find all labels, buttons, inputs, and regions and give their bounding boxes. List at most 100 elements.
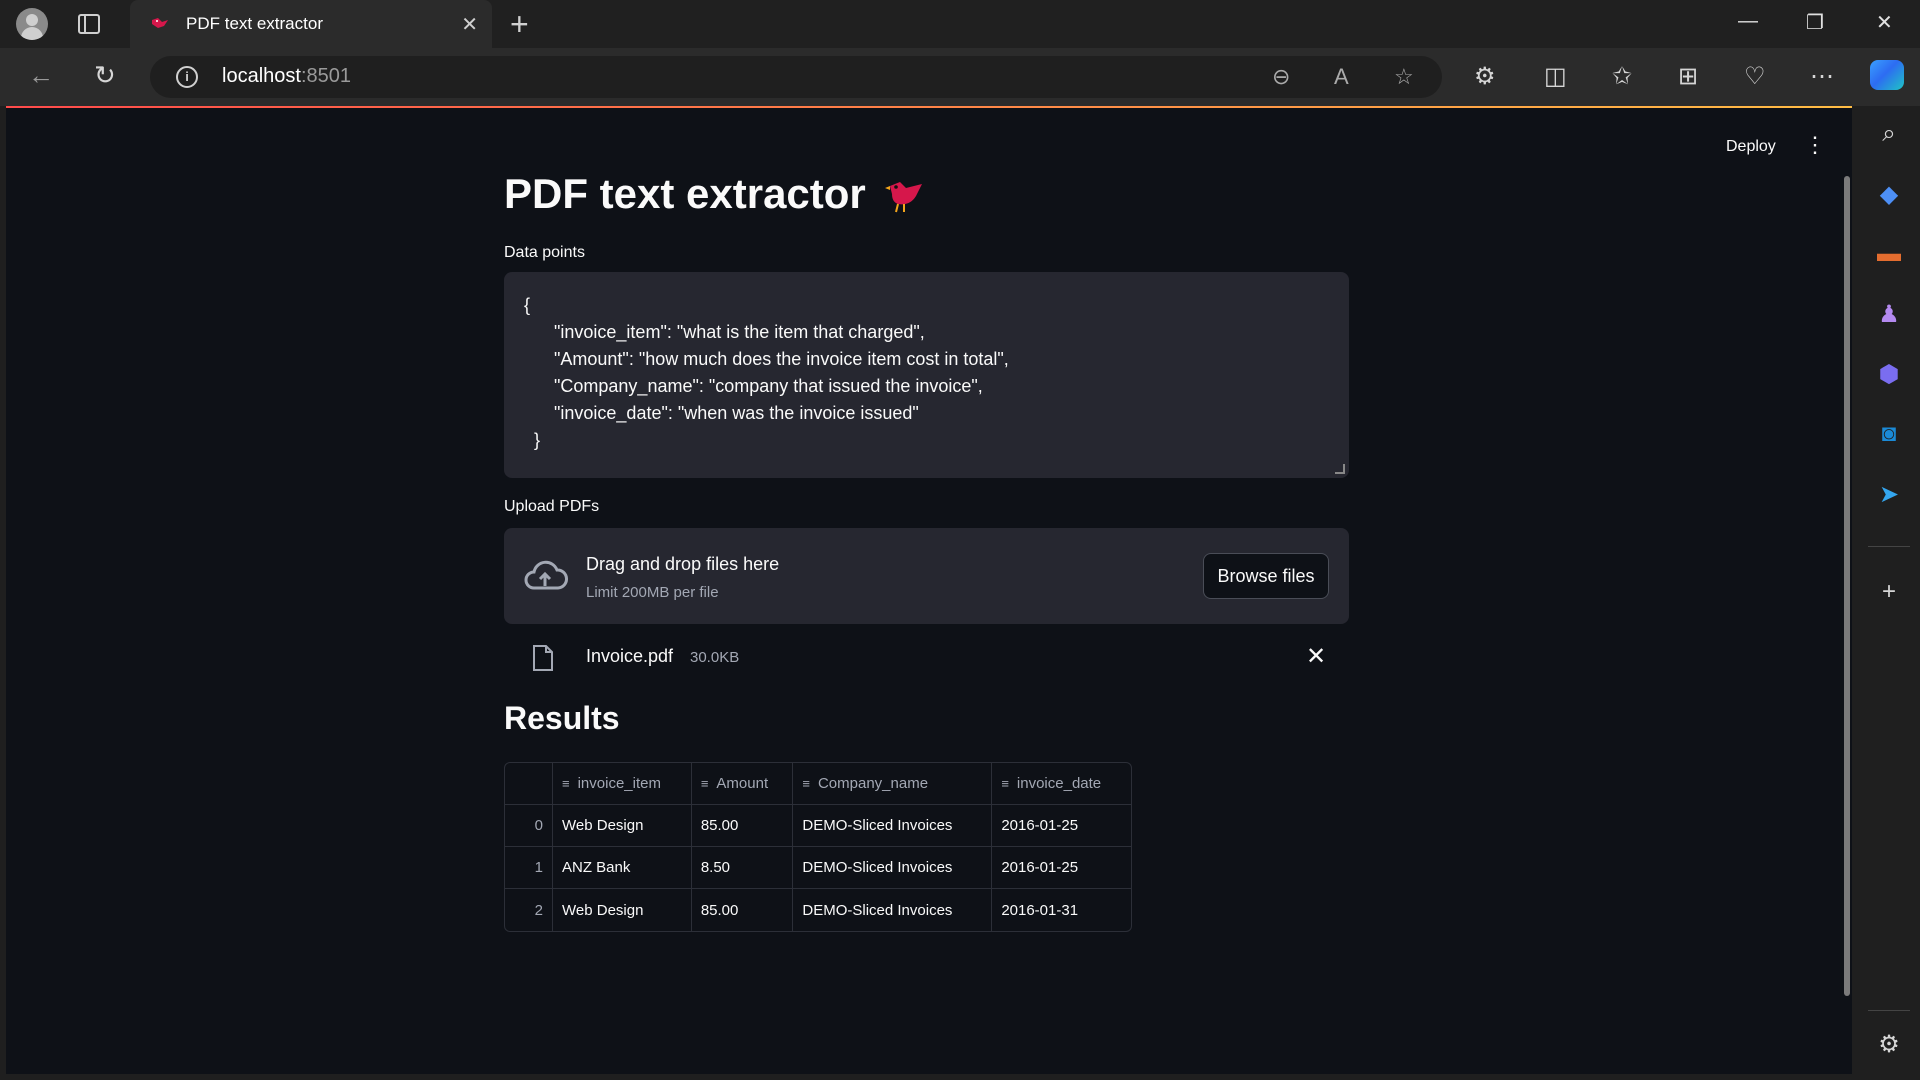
tab-title: PDF text extractor [186, 14, 323, 33]
browser-toolbar: ← ↻ i localhost:8501 ⊖ A ☆ ⚙ ◫ ✩ ⊞ ♡ ⋯ [0, 48, 1920, 106]
sidebar-divider [1868, 546, 1910, 547]
file-icon [533, 645, 553, 671]
reload-icon[interactable]: ↻ [94, 60, 116, 91]
table-cell[interactable]: Web Design [553, 889, 692, 931]
resize-handle[interactable] [1335, 464, 1345, 474]
tab-close-icon[interactable]: ✕ [461, 12, 478, 37]
column-header-label: Company_name [817, 775, 929, 792]
favorite-star-icon[interactable]: ☆ [1394, 64, 1414, 90]
text-column-icon: ≡ [802, 776, 810, 791]
streamlit-page: Deploy ⋮ PDF text extractor Data points … [6, 106, 1852, 1074]
new-tab-button[interactable]: + [510, 6, 529, 43]
column-header-invoice-item[interactable]: ≡ invoice_item [553, 763, 692, 805]
file-dropzone[interactable]: Drag and drop files here Limit 200MB per… [504, 528, 1349, 624]
site-info-icon[interactable]: i [176, 66, 198, 88]
table-cell[interactable]: Web Design [553, 805, 692, 847]
main-menu-icon[interactable]: ⋮ [1804, 134, 1826, 156]
sidebar-settings-icon[interactable]: ⚙ [1874, 1030, 1904, 1060]
dropzone-instructions: Drag and drop files here [586, 554, 780, 574]
remove-file-icon[interactable]: ✕ [1306, 642, 1326, 671]
text-column-icon: ≡ [1001, 776, 1009, 791]
collections-icon[interactable]: ⊞ [1678, 62, 1698, 91]
data-points-textarea[interactable]: { "invoice_item": "what is the item that… [504, 272, 1349, 478]
streamlit-favicon-icon [152, 18, 168, 28]
close-window-icon[interactable]: ✕ [1876, 10, 1893, 35]
page-scrollbar[interactable] [1844, 176, 1850, 996]
dropzone-limit: Limit 200MB per file [586, 584, 719, 601]
cloud-upload-icon [524, 560, 568, 590]
row-index: 1 [505, 847, 553, 889]
browser-title-bar: PDF text extractor ✕ + — ❐ ✕ [0, 0, 1920, 48]
results-heading: Results [504, 700, 620, 736]
shopping-tag-icon[interactable]: ◆ [1874, 180, 1904, 210]
data-points-value: { "invoice_item": "what is the item that… [524, 295, 1009, 450]
text-column-icon: ≡ [562, 776, 570, 791]
avatar-body [21, 27, 43, 40]
tab-actions-icon[interactable] [78, 14, 100, 34]
minimize-icon[interactable]: — [1738, 10, 1758, 33]
microsoft-365-icon[interactable]: ⬢ [1874, 360, 1904, 390]
url-text: localhost:8501 [222, 65, 351, 88]
table-cell[interactable]: DEMO-Sliced Invoices [793, 805, 993, 847]
favorites-icon[interactable]: ✩ [1612, 62, 1632, 91]
table-cell[interactable]: 85.00 [692, 889, 794, 931]
url-host: localhost [222, 65, 301, 87]
main-content: PDF text extractor Data points { "invoic… [504, 166, 1354, 932]
outlook-icon[interactable]: ◙ [1874, 420, 1904, 450]
text-column-icon: ≡ [700, 776, 709, 791]
split-screen-icon[interactable]: ◫ [1544, 62, 1567, 91]
browser-tab[interactable]: PDF text extractor ✕ [130, 0, 492, 48]
column-header-invoice-date[interactable]: ≡ invoice_date [992, 763, 1131, 805]
table-row[interactable]: 0 Web Design 85.00 DEMO-Sliced Invoices … [505, 805, 1131, 847]
table-cell[interactable]: 2016-01-25 [992, 805, 1131, 847]
zoom-out-icon[interactable]: ⊖ [1272, 64, 1290, 90]
profile-avatar[interactable] [16, 8, 48, 40]
back-icon[interactable]: ← [28, 60, 54, 91]
index-header [505, 763, 553, 805]
read-aloud-icon[interactable]: A [1334, 64, 1349, 90]
table-cell[interactable]: ANZ Bank [553, 847, 692, 889]
page-title-text: PDF text extractor [504, 170, 866, 217]
row-index: 0 [505, 805, 553, 847]
table-cell[interactable]: DEMO-Sliced Invoices [793, 889, 993, 931]
edge-sidebar: ⌕ ◆ ▬ ♟ ⬢ ◙ ➤ + ⚙ [1858, 106, 1920, 1080]
table-row[interactable]: 2 Web Design 85.00 DEMO-Sliced Invoices … [505, 889, 1131, 931]
browser-essentials-icon[interactable]: ♡ [1744, 62, 1766, 91]
column-header-amount[interactable]: ≡ Amount [691, 763, 794, 805]
uploaded-file-row: Invoice.pdf 30.0KB ✕ [504, 640, 1354, 680]
column-header-label: invoice_date [1016, 775, 1102, 792]
column-header-company-name[interactable]: ≡ Company_name [793, 763, 993, 805]
games-icon[interactable]: ♟ [1874, 300, 1904, 330]
data-points-label: Data points [504, 244, 585, 261]
bird-emoji-icon [884, 182, 922, 213]
avatar-head [26, 14, 38, 26]
table-cell[interactable]: DEMO-Sliced Invoices [793, 847, 993, 889]
column-header-label: Amount [716, 775, 769, 792]
deploy-button[interactable]: Deploy [1726, 138, 1776, 156]
table-cell[interactable]: 2016-01-31 [992, 889, 1131, 931]
table-row[interactable]: 1 ANZ Bank 8.50 DEMO-Sliced Invoices 201… [505, 847, 1131, 889]
drop-send-icon[interactable]: ➤ [1874, 480, 1904, 510]
sidebar-divider [1868, 1010, 1910, 1011]
upload-label: Upload PDFs [504, 498, 600, 515]
page-top-decoration [6, 106, 1852, 108]
extensions-icon[interactable]: ⚙ [1474, 62, 1496, 91]
more-options-icon[interactable]: ⋯ [1810, 62, 1834, 91]
address-bar[interactable]: i localhost:8501 ⊖ A ☆ [150, 56, 1442, 98]
restore-icon[interactable]: ❐ [1806, 10, 1824, 35]
copilot-icon[interactable] [1870, 60, 1904, 90]
table-cell[interactable]: 8.50 [691, 847, 794, 889]
page-title: PDF text extractor [504, 166, 1354, 222]
file-size: 30.0KB [690, 649, 740, 666]
tools-briefcase-icon[interactable]: ▬ [1874, 240, 1904, 270]
results-table[interactable]: ≡ invoice_item ≡ Amount ≡ Company_name ≡ inv… [504, 762, 1132, 932]
add-sidebar-app-icon[interactable]: + [1874, 578, 1904, 608]
url-port: :8501 [300, 65, 351, 87]
table-cell[interactable]: 85.00 [691, 805, 794, 847]
file-name: Invoice.pdf [586, 646, 674, 666]
table-cell[interactable]: 2016-01-25 [992, 847, 1131, 889]
row-index: 2 [505, 889, 553, 931]
search-icon[interactable]: ⌕ [1874, 120, 1904, 150]
column-header-label: invoice_item [577, 775, 661, 792]
browse-files-button[interactable]: Browse files [1203, 553, 1329, 599]
